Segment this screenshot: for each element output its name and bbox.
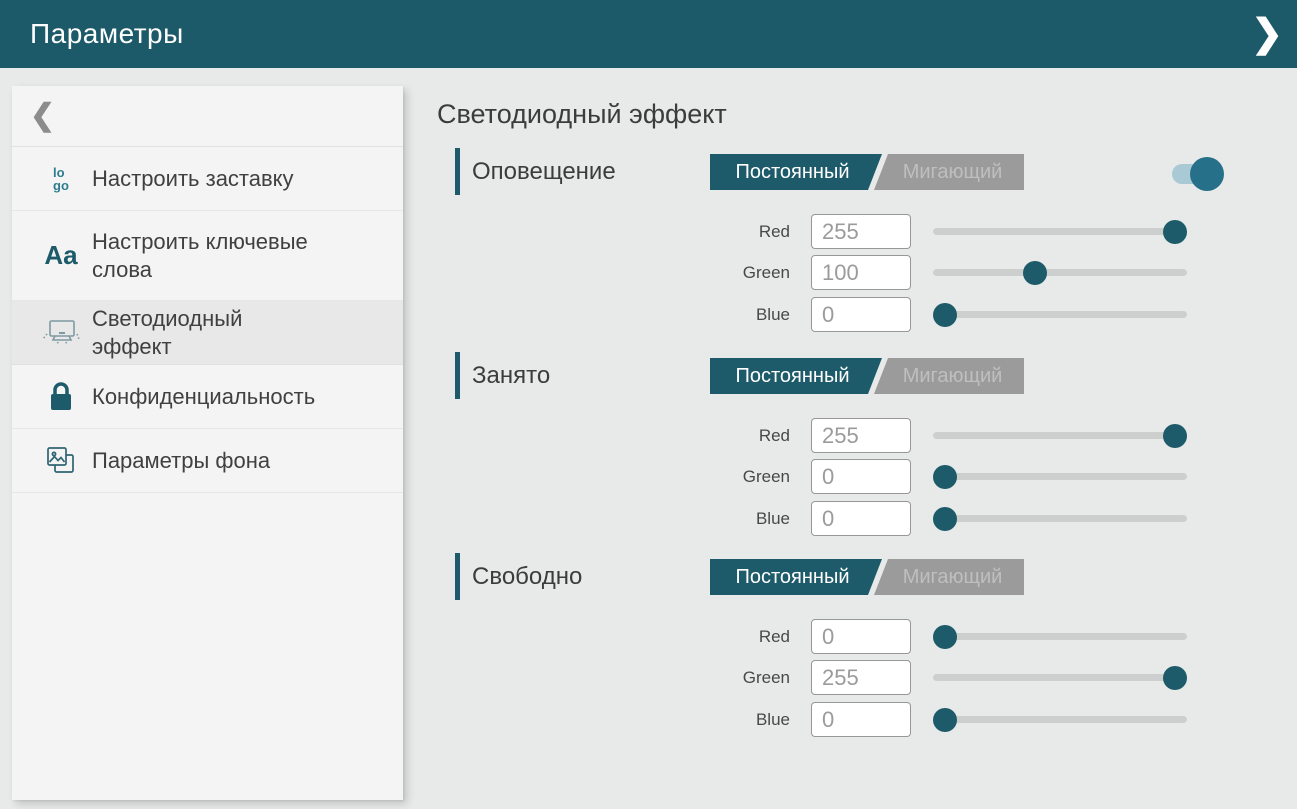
slider-thumb[interactable] [933, 465, 957, 489]
background-icon [38, 445, 84, 477]
sidebar-item-label: Конфиденциальность [92, 383, 315, 411]
red-value-input[interactable] [811, 619, 911, 654]
green-value-input[interactable] [811, 660, 911, 695]
green-slider[interactable] [933, 660, 1187, 695]
sidebar-item-label: Настроить заставку [92, 165, 294, 193]
sidebar-item-led-effect[interactable]: Светодиодный эффект [12, 301, 403, 365]
slider-track [933, 633, 1187, 640]
red-slider[interactable] [933, 418, 1187, 453]
green-label: Green [437, 459, 790, 494]
sidebar-item-label: Настроить ключевые слова [92, 228, 327, 284]
section-accent-bar [455, 352, 460, 399]
blue-label: Blue [437, 702, 790, 737]
app-header: Параметры ❯ [0, 0, 1297, 68]
sidebar-item-background[interactable]: Параметры фона [12, 429, 403, 493]
green-slider[interactable] [933, 255, 1187, 290]
slider-thumb[interactable] [933, 625, 957, 649]
blue-label: Blue [437, 501, 790, 536]
notification-toggle[interactable] [1172, 164, 1222, 184]
lock-icon [38, 381, 84, 413]
slider-thumb[interactable] [933, 708, 957, 732]
sidebar-item-privacy[interactable]: Конфиденциальность [12, 365, 403, 429]
blue-value-input[interactable] [811, 501, 911, 536]
red-label: Red [437, 214, 790, 249]
mode-segmented-control: Постоянный Мигающий [710, 358, 1024, 394]
section-label: Оповещение [472, 148, 616, 195]
slider-thumb[interactable] [1163, 666, 1187, 690]
page-title: Параметры [30, 18, 184, 50]
slider-track [933, 228, 1187, 235]
sidebar-item-label: Светодиодный эффект [92, 305, 327, 361]
sidebar-item-label: Параметры фона [92, 447, 270, 475]
blue-value-input[interactable] [811, 702, 911, 737]
main-title: Светодиодный эффект [437, 99, 727, 130]
red-value-input[interactable] [811, 214, 911, 249]
sidebar-back-row: ❮ [12, 86, 403, 147]
slider-thumb[interactable] [1163, 424, 1187, 448]
red-label: Red [437, 619, 790, 654]
blue-slider[interactable] [933, 501, 1187, 536]
blue-slider[interactable] [933, 297, 1187, 332]
section-accent-bar [455, 148, 460, 195]
slider-track [933, 269, 1187, 276]
settings-sidebar: ❮ lo go Настроить заставку Aa Настроить … [12, 86, 403, 800]
section-label: Свободно [472, 553, 582, 600]
back-chevron-icon[interactable]: ❮ [30, 101, 55, 131]
green-slider[interactable] [933, 459, 1187, 494]
slider-track [933, 432, 1187, 439]
blue-label: Blue [437, 297, 790, 332]
slider-thumb[interactable] [1163, 220, 1187, 244]
slider-thumb[interactable] [1023, 261, 1047, 285]
red-label: Red [437, 418, 790, 453]
next-chevron-icon[interactable]: ❯ [1251, 15, 1283, 53]
sidebar-item-keywords[interactable]: Aa Настроить ключевые слова [12, 211, 403, 301]
slider-track [933, 716, 1187, 723]
slider-track [933, 311, 1187, 318]
red-slider[interactable] [933, 214, 1187, 249]
slider-thumb[interactable] [933, 303, 957, 327]
mode-segmented-control: Постоянный Мигающий [710, 559, 1024, 595]
blue-value-input[interactable] [811, 297, 911, 332]
slider-thumb[interactable] [933, 507, 957, 531]
green-value-input[interactable] [811, 459, 911, 494]
display-icon [38, 318, 84, 348]
green-value-input[interactable] [811, 255, 911, 290]
slider-track [933, 473, 1187, 480]
red-value-input[interactable] [811, 418, 911, 453]
mode-segmented-control: Постоянный Мигающий [710, 154, 1024, 190]
green-label: Green [437, 660, 790, 695]
red-slider[interactable] [933, 619, 1187, 654]
slider-track [933, 674, 1187, 681]
green-label: Green [437, 255, 790, 290]
keywords-icon: Aa [38, 240, 84, 271]
slider-track [933, 515, 1187, 522]
toggle-knob [1190, 157, 1224, 191]
sidebar-item-splash-screen[interactable]: lo go Настроить заставку [12, 147, 403, 211]
section-label: Занято [472, 352, 550, 399]
logo-icon: lo go [38, 166, 84, 192]
blue-slider[interactable] [933, 702, 1187, 737]
section-accent-bar [455, 553, 460, 600]
